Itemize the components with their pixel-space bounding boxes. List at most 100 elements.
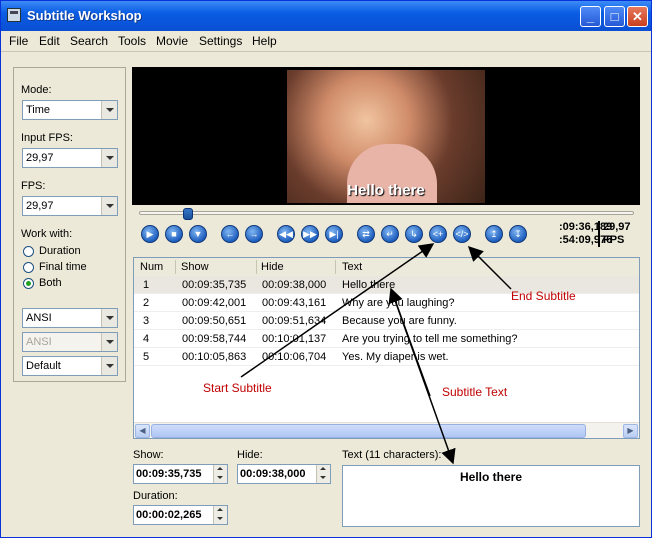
mode-panel: Mode: Time Input FPS: 29,97 FPS: 29,97 W…	[13, 67, 126, 382]
end-subtitle-annotation: End Subtitle	[511, 289, 576, 303]
charset-select[interactable]: ANSI	[22, 308, 118, 328]
hide-time-value: 00:09:38,000	[240, 468, 306, 480]
scroll-right-button[interactable]: ▶	[623, 424, 638, 438]
duration-spinner[interactable]	[213, 506, 227, 524]
row-show: 00:09:35,735	[182, 279, 247, 291]
input-fps-select[interactable]: 29,97	[22, 148, 118, 168]
radio-both-label[interactable]: Both	[39, 277, 62, 289]
style-select[interactable]: Default	[22, 356, 118, 376]
horizontal-scrollbar[interactable]: ◀ ▶	[134, 422, 639, 438]
radio-duration-label[interactable]: Duration	[39, 245, 81, 257]
back-button[interactable]: ←	[221, 225, 239, 243]
column-header-show[interactable]: Show	[181, 261, 209, 273]
seek-slider-thumb[interactable]	[182, 208, 193, 220]
menu-settings[interactable]: Settings	[199, 34, 242, 48]
app-icon	[7, 8, 21, 22]
rewind-button[interactable]: ◀◀	[277, 225, 295, 243]
scroll-left-button[interactable]: ◀	[135, 424, 150, 438]
radio-final-time-label[interactable]: Final time	[39, 261, 87, 273]
row-text: Why are you laughing?	[342, 297, 455, 309]
play-icon: ▶	[146, 229, 154, 239]
subtitle-text-editor[interactable]: Hello there	[342, 465, 640, 527]
radio-both[interactable]	[23, 278, 34, 289]
charset-secondary-value: ANSI	[26, 336, 52, 348]
start-subtitle-button[interactable]: <+	[429, 225, 447, 243]
row-text: Yes. My diaper is wet.	[342, 351, 449, 363]
next-subtitle-button[interactable]: ↳	[405, 225, 423, 243]
hide-time-input[interactable]: 00:09:38,000	[237, 464, 331, 484]
show-label: Show:	[133, 449, 164, 461]
table-row[interactable]: 4 00:09:58,744 00:10:01,137 Are you tryi…	[134, 330, 639, 348]
window-title: Subtitle Workshop	[27, 8, 142, 23]
work-with-label: Work with:	[21, 228, 73, 240]
table-row[interactable]: 5 00:10:05,863 00:10:06,704 Yes. My diap…	[134, 348, 639, 366]
end-subtitle-button[interactable]: </>	[453, 225, 471, 243]
set-end-button[interactable]: ↧	[509, 225, 527, 243]
show-time-input[interactable]: 00:09:35,735	[133, 464, 228, 484]
pause-button[interactable]: ▼	[189, 225, 207, 243]
stop-button[interactable]: ■	[165, 225, 183, 243]
close-icon: ✕	[632, 9, 643, 24]
chevron-down-icon[interactable]	[101, 149, 117, 167]
loop-button[interactable]: ⇄	[357, 225, 375, 243]
subtitle-list[interactable]: Num Show Hide Text 1 00:09:35,735 00:09:…	[133, 257, 640, 439]
chevron-down-icon[interactable]	[101, 357, 117, 375]
chevron-down-icon[interactable]	[101, 309, 117, 327]
seek-slider[interactable]	[139, 211, 634, 215]
menu-search[interactable]: Search	[70, 34, 108, 48]
title-bar[interactable]: Subtitle Workshop _ □ ✕	[1, 1, 651, 31]
row-show: 00:09:42,001	[182, 297, 247, 309]
skip-button[interactable]: ▶|	[325, 225, 343, 243]
duration-input[interactable]: 00:00:02,265	[133, 505, 228, 525]
mode-value: Time	[26, 104, 51, 116]
input-fps-value: 29,97	[26, 152, 54, 164]
menu-bar: File Edit Search Tools Movie Settings He…	[1, 31, 651, 52]
row-text: Because you are funny.	[342, 315, 457, 327]
mode-select[interactable]: Time	[22, 100, 118, 120]
play-button[interactable]: ▶	[141, 225, 159, 243]
row-show: 00:09:58,744	[182, 333, 247, 345]
fps-select[interactable]: 29,97	[22, 196, 118, 216]
table-row[interactable]: 3 00:09:50,651 00:09:51,634 Because you …	[134, 312, 639, 330]
menu-tools[interactable]: Tools	[118, 34, 146, 48]
video-frame[interactable]: Hello there	[287, 70, 485, 203]
column-header-num[interactable]: Num	[140, 261, 163, 273]
menu-movie[interactable]: Movie	[156, 34, 188, 48]
fps-readout-value: 29,97	[603, 221, 631, 233]
set-end-icon: ↧	[514, 229, 522, 239]
charset-value: ANSI	[26, 312, 52, 324]
chevron-down-icon[interactable]	[101, 101, 117, 119]
subtitle-text-value: Hello there	[459, 470, 522, 484]
duration-label: Duration:	[133, 490, 178, 502]
menu-help[interactable]: Help	[252, 34, 277, 48]
scrollbar-thumb[interactable]	[151, 424, 586, 438]
column-header-text[interactable]: Text	[342, 261, 362, 273]
video-panel[interactable]: Hello there	[132, 67, 640, 205]
chevron-down-icon	[101, 333, 117, 351]
duration-value: 00:00:02,265	[136, 509, 202, 521]
forward-button[interactable]: →	[245, 225, 263, 243]
radio-duration[interactable]	[23, 246, 34, 257]
fast-forward-button[interactable]: ▶▶	[301, 225, 319, 243]
row-num: 5	[143, 351, 150, 363]
column-header-hide[interactable]: Hide	[261, 261, 284, 273]
time-readout: :09:36,189 :54:09,976	[559, 221, 612, 247]
close-button[interactable]: ✕	[627, 6, 648, 27]
chevron-down-icon[interactable]	[101, 197, 117, 215]
radio-final-time[interactable]	[23, 262, 34, 273]
maximize-button[interactable]: □	[604, 6, 625, 27]
rewind-icon: ◀◀	[279, 229, 293, 239]
set-start-icon: ↥	[490, 229, 498, 239]
previous-subtitle-button[interactable]: ↵	[381, 225, 399, 243]
menu-file[interactable]: File	[9, 34, 28, 48]
row-num: 1	[143, 279, 150, 291]
hide-time-spinner[interactable]	[316, 465, 330, 483]
show-time-spinner[interactable]	[213, 465, 227, 483]
row-num: 4	[143, 333, 150, 345]
minimize-button[interactable]: _	[580, 6, 601, 27]
menu-edit[interactable]: Edit	[39, 34, 60, 48]
return-icon: ↵	[386, 229, 394, 239]
row-num: 3	[143, 315, 150, 327]
set-start-button[interactable]: ↥	[485, 225, 503, 243]
input-fps-label: Input FPS:	[21, 132, 73, 144]
